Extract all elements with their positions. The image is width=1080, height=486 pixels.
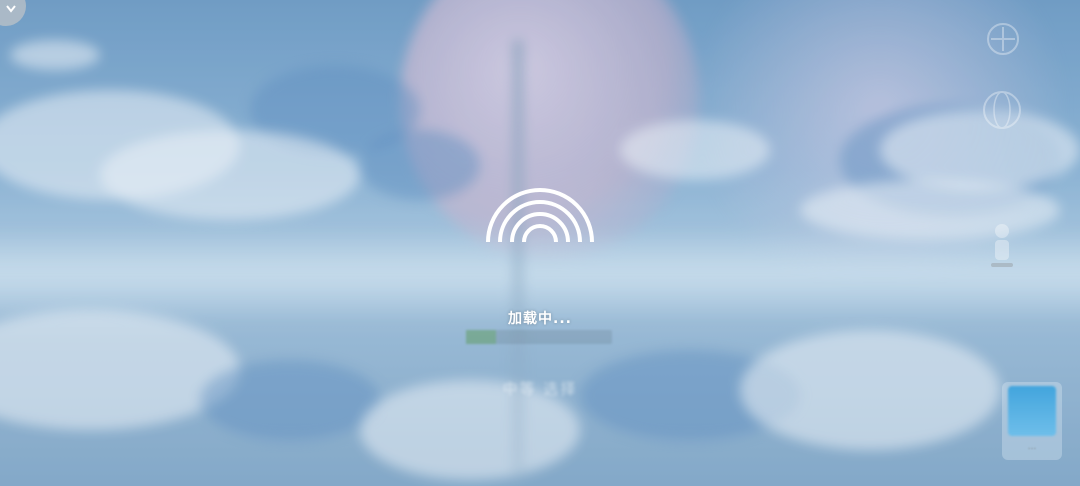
rainbow-arcs-icon [480, 182, 600, 246]
figure-icon[interactable] [984, 216, 1020, 276]
thumbnail-card[interactable]: ... [1002, 382, 1062, 460]
compass-icon[interactable] [982, 18, 1024, 60]
thumbnail-label: ... [1027, 442, 1037, 452]
loading-text: 加载中... [508, 311, 572, 327]
faded-menu-text: 中等 选择 [502, 380, 578, 398]
chevron-icon [0, 0, 18, 20]
faded-progress-bar [466, 330, 612, 344]
thumbnail-image [1008, 386, 1056, 436]
globe-icon[interactable] [978, 86, 1026, 134]
loading-screen: 中等 选择 ... 加载中... [0, 0, 1080, 486]
faded-progress-fill [466, 330, 496, 344]
